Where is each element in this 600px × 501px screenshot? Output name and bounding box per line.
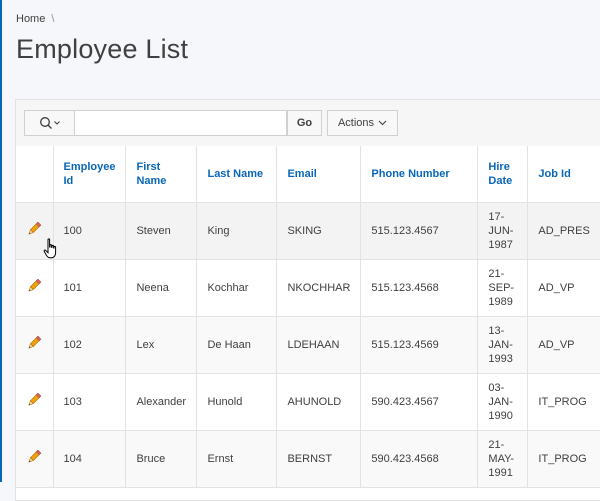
table-row: 101 Neena Kochhar NKOCHHAR 515.123.4568 21-SE… [16,259,600,317]
cell-phone-number: 515.123.4568 [360,259,479,317]
cell-phone-number: 590.423.4567 [360,373,479,431]
breadcrumb-home-link[interactable]: Home [16,13,45,25]
cell-first-name: Alexander [125,373,198,431]
cell-hire-date: 21-SEP-1989 [477,259,529,317]
pencil-edit-icon [28,335,42,349]
hand-cursor-icon [43,238,57,259]
column-header-employee-id[interactable]: Employee Id [53,146,127,203]
cell-job-id: IT_PROG [527,430,600,488]
cell-email: SKING [276,202,362,260]
actions-menu-button[interactable]: Actions [327,110,398,136]
cell-job-id: IT_PROG [527,373,600,431]
cell-email: LDEHAAN [276,316,362,374]
cell-employee-id: 104 [53,430,127,488]
edit-cell [16,202,57,260]
cell-job-id: AD_VP [527,316,600,374]
edit-cell [16,373,54,431]
search-input[interactable] [74,110,287,136]
page-left-accent [0,0,2,482]
cell-employee-id: 101 [53,259,127,317]
cell-employee-id: 100 [53,202,127,260]
cell-email: NKOCHHAR [276,259,362,317]
cell-last-name: Ernst [196,430,278,488]
cell-employee-id: 103 [53,373,127,431]
pencil-edit-icon [28,449,42,463]
cell-email: AHUNOLD [276,373,362,431]
cell-hire-date: 13-JAN-1993 [477,316,529,374]
table-row: 103 Alexander Hunold AHUNOLD 590.423.4567 03-… [16,373,600,431]
cell-phone-number: 515.123.4569 [360,316,479,374]
table-row: 100 Steven King SKING 515.123.4567 17-JUN-198… [16,202,600,260]
cell-phone-number: 590.423.4568 [360,430,479,488]
cell-last-name: Hunold [196,373,278,431]
table-header-row: Employee Id First Name Last Name Email P… [16,146,600,203]
edit-cell [16,430,54,488]
table-row: 102 Lex De Haan LDEHAAN 515.123.4569 13-JAN-1… [16,316,600,374]
report-toolbar: Go Actions [16,100,600,147]
cell-first-name: Neena [125,259,198,317]
actions-label: Actions [337,117,375,129]
page-title: Employee List [16,34,189,64]
column-header-hire-date[interactable]: Hire Date [477,146,529,203]
cell-first-name: Bruce [125,430,198,488]
cell-last-name: King [196,202,278,260]
search-icon [39,117,60,129]
column-header-job-id[interactable]: Job Id [527,146,600,203]
cell-first-name: Steven [125,202,198,260]
table-row: 104 Bruce Ernst BERNST 590.423.4568 21-MAY-19… [16,430,600,488]
column-header-phone-number[interactable]: Phone Number [360,146,479,203]
cell-first-name: Lex [125,316,198,374]
edit-row-link[interactable] [26,335,42,351]
column-header-first-name[interactable]: First Name [125,146,198,203]
cell-last-name: Kochhar [196,259,278,317]
pencil-edit-icon [28,221,42,235]
pencil-edit-icon [28,392,42,406]
breadcrumb-separator: \ [51,13,55,25]
go-button[interactable]: Go [287,110,322,136]
cell-job-id: AD_VP [527,259,600,317]
cell-last-name: De Haan [196,316,278,374]
edit-row-link[interactable] [26,278,42,294]
search-column-button[interactable] [24,110,74,136]
column-header-email[interactable]: Email [276,146,362,203]
chevron-down-icon [378,120,387,126]
cell-email: BERNST [276,430,362,488]
pencil-edit-icon [28,278,42,292]
cell-hire-date: 21-MAY-1991 [477,430,529,488]
cell-hire-date: 17-JUN-1987 [477,202,529,260]
cell-employee-id: 102 [53,316,127,374]
edit-row-link[interactable] [26,449,42,465]
cell-phone-number: 515.123.4567 [360,202,479,260]
edit-cell [16,259,54,317]
edit-row-link[interactable] [26,221,42,237]
breadcrumb: Home \ [16,13,54,25]
report-region: Go Actions Employee Id First Name Last N… [15,99,600,501]
cell-job-id: AD_PRES [527,202,600,260]
cell-hire-date: 03-JAN-1990 [477,373,529,431]
employee-table: Employee Id First Name Last Name Email P… [16,146,600,488]
column-header-edit [16,146,54,203]
edit-row-link[interactable] [26,392,42,408]
edit-cell [16,316,54,374]
column-header-last-name[interactable]: Last Name [196,146,278,203]
